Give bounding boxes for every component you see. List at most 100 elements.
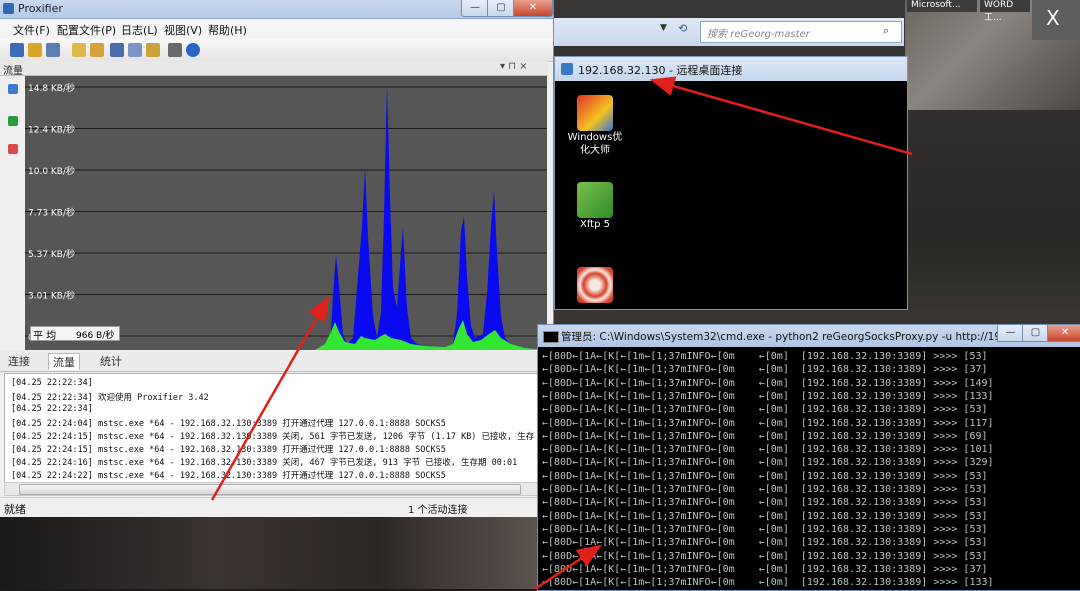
incoming-traffic-area xyxy=(330,84,547,350)
scrollbar-thumb[interactable] xyxy=(19,484,521,495)
console-line: ←[80D←[1A←[K[←[1m←[1;37mINFO←[0m ←[0m] [… xyxy=(542,364,988,376)
refresh-icon[interactable] xyxy=(8,84,18,94)
export-icon[interactable] xyxy=(128,43,142,57)
traffic-graph-svg: 14.8 KB/秒 12.4 KB/秒 10.0 KB/秒 7.73 KB/秒 5.37… xyxy=(25,82,547,350)
remote-desktop-icon xyxy=(561,63,573,75)
y-axis-label: 14.8 KB/秒 xyxy=(28,82,75,94)
desktop-shortcut[interactable]: Xftp 5 xyxy=(560,182,630,231)
console-line: ←[80D←[1A←[K[←[1m←[1;37mINFO←[0m ←[0m] [… xyxy=(542,510,988,522)
log-line: [04.25 22:24:15] mstsc.exe *64 - 192.168… xyxy=(11,432,535,442)
pane-controls[interactable]: ▾ ⊓ × xyxy=(500,61,528,72)
maximize-button[interactable]: ▢ xyxy=(487,0,515,17)
log-line: [04.25 22:22:34] xyxy=(11,404,93,414)
tab-statistics[interactable]: 统计 xyxy=(96,353,126,369)
traffic-pane-title: 流量 xyxy=(3,66,23,77)
help-icon[interactable] xyxy=(186,43,200,57)
proxy-servers-icon[interactable] xyxy=(28,43,42,57)
print-icon[interactable] xyxy=(168,43,182,57)
toolbar xyxy=(0,39,553,62)
desktop-wallpaper-area xyxy=(0,515,540,589)
taskbar-button[interactable]: Microsoft... xyxy=(907,0,977,12)
close-icon: X xyxy=(1046,6,1060,30)
log-line: [04.25 22:22:34] 欢迎使用 Proxifier 3.42 xyxy=(11,393,209,403)
window-title: Proxifier xyxy=(18,2,63,15)
y-axis-label: 10.0 KB/秒 xyxy=(28,165,75,177)
window-title: 管理员: C:\Windows\System32\cmd.exe - pytho… xyxy=(561,331,1035,343)
console-line: ←[80D←[1A←[K[←[1m←[1;37mINFO←[0m ←[0m] [… xyxy=(542,351,988,362)
chevron-down-icon[interactable]: ▼ xyxy=(660,23,667,33)
refresh-icon[interactable]: ⟲ xyxy=(678,22,687,35)
download-icon[interactable] xyxy=(8,116,18,126)
average-label: 平 均 xyxy=(33,331,57,342)
status-text: 就绪 xyxy=(4,503,26,516)
traffic-pane-header: 流量 ▾ ⊓ × xyxy=(0,61,548,77)
save-profile-icon[interactable] xyxy=(110,43,124,57)
new-profile-icon[interactable] xyxy=(72,43,86,57)
horizontal-scrollbar[interactable] xyxy=(4,482,547,496)
remote-desktop-window: 192.168.32.130 - 远程桌面连接 Windows优 化大师 Xft… xyxy=(554,56,908,310)
tab-traffic[interactable]: 流量 xyxy=(48,353,80,370)
console-line: ←[80D←[1A←[K[←[1m←[1;37mINFO←[0m ←[0m] [… xyxy=(542,390,994,402)
minimize-button[interactable]: — xyxy=(997,325,1024,342)
connections-icon[interactable] xyxy=(10,43,24,57)
proxifier-window: Proxifier — ▢ ✕ 文件(F) 配置文件(P) 日志(L) 视图(V… xyxy=(0,0,554,517)
console-line: ←[80D←[1A←[K[←[1m←[1;37mINFO←[0m ←[0m] [… xyxy=(542,470,988,482)
window-titlebar[interactable]: 192.168.32.130 - 远程桌面连接 xyxy=(555,57,907,81)
console-line: ←[80D←[1A←[K[←[1m←[1;37mINFO←[0m ←[0m] [… xyxy=(542,563,988,575)
search-input[interactable]: 搜索 reGeorg-master ⌕ xyxy=(700,21,902,43)
desktop-shortcut[interactable]: Windows优 化大师 xyxy=(560,95,630,157)
clear-icon[interactable] xyxy=(8,144,18,154)
console-line: ←[80D←[1A←[K[←[1m←[1;37mINFO←[0m ←[0m] [… xyxy=(542,484,988,495)
shortcut-label: 化大师 xyxy=(580,145,610,156)
console-output[interactable]: ←[80D←[1A←[K[←[1m←[1;37mINFO←[0m ←[0m] [… xyxy=(542,349,1078,590)
explorer-address-bar: ▼ ⟲ 搜索 reGeorg-master ⌕ xyxy=(554,18,904,46)
tab-connections[interactable]: 连接 xyxy=(4,353,34,369)
console-line: ←[80D←[1A←[K[←[1m←[1;37mINFO←[0m ←[0m] [… xyxy=(542,457,994,469)
log-line: [04.25 22:22:34] xyxy=(11,378,93,388)
log-line: [04.25 22:24:04] mstsc.exe *64 - 192.168… xyxy=(11,419,446,429)
taskbar-label: Microsoft... xyxy=(911,0,961,10)
menu-help[interactable]: 帮助(H) xyxy=(208,22,247,38)
traffic-graph: 14.8 KB/秒 12.4 KB/秒 10.0 KB/秒 7.73 KB/秒 5.37… xyxy=(25,76,547,350)
close-button[interactable]: ✕ xyxy=(1047,325,1080,342)
status-bar: 就绪 1 个活动连接 xyxy=(0,497,548,517)
y-axis-label: 5.37 KB/秒 xyxy=(28,248,75,260)
outgoing-traffic-area xyxy=(315,320,547,350)
cmd-window: 管理员: C:\Windows\System32\cmd.exe - pytho… xyxy=(537,324,1080,591)
console-line: ←[80D←[1A←[K[←[1m←[1;37mINFO←[0m ←[0m] [… xyxy=(542,430,988,442)
close-button[interactable]: ✕ xyxy=(513,0,553,17)
window-titlebar[interactable]: 管理员: C:\Windows\System32\cmd.exe - pytho… xyxy=(538,325,1080,347)
taskbar-label: WORD 工... xyxy=(984,0,1014,23)
console-line: ←[80D←[1A←[K[←[1m←[1;37mINFO←[0m ←[0m] [… xyxy=(542,377,994,389)
taskbar-button[interactable]: WORD 工... xyxy=(980,0,1030,23)
menu-profile[interactable]: 配置文件(P) xyxy=(57,22,116,38)
log-panel[interactable]: [04.25 22:22:34] [04.25 22:22:34] 欢迎使用 P… xyxy=(4,373,547,483)
tab-strip: 连接 流量 统计 xyxy=(0,351,548,372)
console-line: ←[80D←[1A←[K[←[1m←[1;37mINFO←[0m ←[0m] [… xyxy=(542,404,988,416)
proxification-rules-icon[interactable] xyxy=(46,43,60,57)
close-button[interactable]: X xyxy=(1032,0,1080,40)
console-line: ←[80D←[1A←[K[←[1m←[1;37mINFO←[0m ←[0m] [… xyxy=(542,537,988,549)
proxifier-app-icon xyxy=(3,3,14,14)
shortcut-label: Xftp 5 xyxy=(579,219,610,230)
menu-log[interactable]: 日志(L) xyxy=(121,22,158,38)
log-line: [04.25 22:24:15] mstsc.exe *64 - 192.168… xyxy=(11,445,446,455)
average-readout: 平 均 966 B/秒 xyxy=(30,326,120,342)
menu-file[interactable]: 文件(F) xyxy=(13,22,50,38)
window-titlebar[interactable]: Proxifier — ▢ ✕ xyxy=(0,0,553,19)
search-placeholder: 搜索 reGeorg-master xyxy=(707,29,810,40)
desktop-shortcut[interactable] xyxy=(560,267,630,303)
maximize-button[interactable]: ▢ xyxy=(1022,325,1049,342)
search-icon[interactable]: ⌕ xyxy=(883,24,889,38)
cmd-app-icon xyxy=(543,331,559,343)
minimize-button[interactable]: — xyxy=(461,0,489,17)
open-profile-icon[interactable] xyxy=(90,43,104,57)
console-line: ←[80D←[1A←[K[←[1m←[1;37mINFO←[0m ←[0m] [… xyxy=(542,444,994,456)
xshell-icon xyxy=(577,267,613,303)
menu-bar: 文件(F) 配置文件(P) 日志(L) 视图(V) 帮助(H) xyxy=(0,19,553,39)
average-value: 966 B/秒 xyxy=(76,331,115,341)
windows-optimizer-icon xyxy=(577,95,613,131)
import-icon[interactable] xyxy=(146,43,160,57)
menu-view[interactable]: 视图(V) xyxy=(164,22,202,38)
active-connections-count: 1 个活动连接 xyxy=(408,505,468,516)
